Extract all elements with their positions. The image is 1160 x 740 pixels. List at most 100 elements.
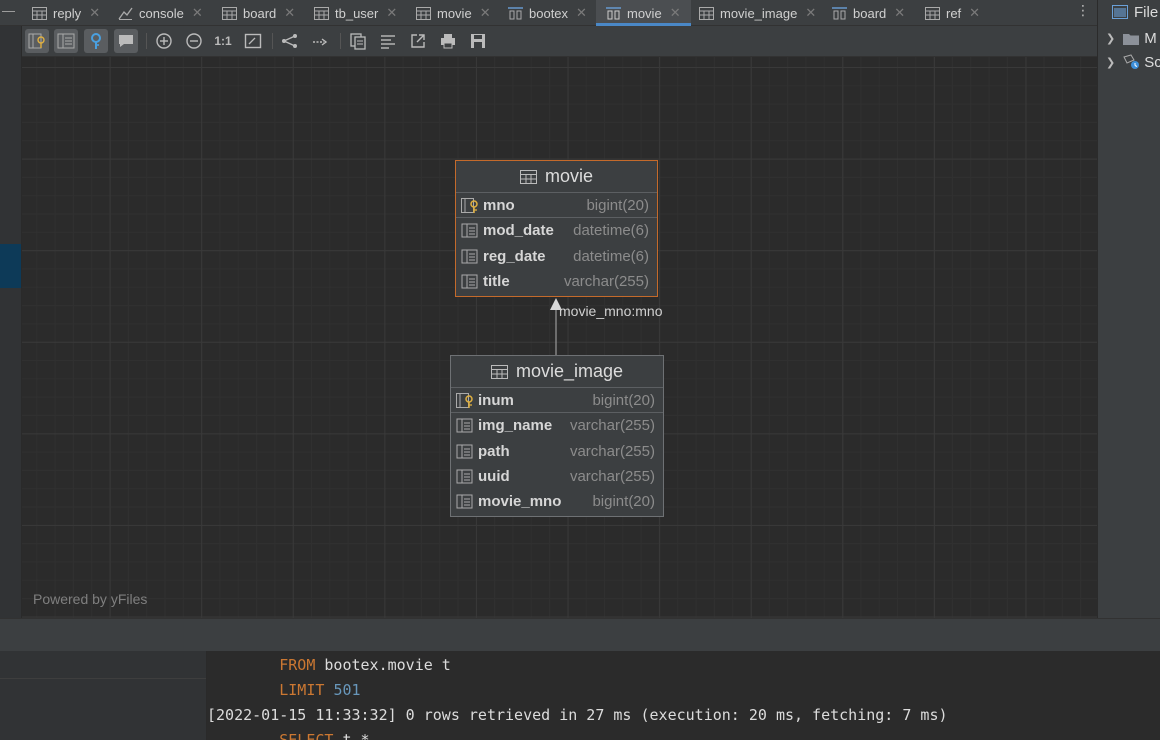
sql-keyword: SELECT [279, 731, 334, 740]
close-icon[interactable]: ✕ [89, 5, 100, 21]
diagram-icon [606, 6, 621, 19]
column-type: bigint(20) [592, 493, 655, 511]
close-icon[interactable]: ✕ [576, 5, 587, 21]
column-icon [461, 223, 478, 238]
tab-movie-image[interactable]: movie_image ✕ [699, 0, 816, 26]
console-line: SELECT t.* [207, 731, 370, 740]
tab-label: tb_user [335, 5, 379, 21]
primary-key-icon [456, 392, 473, 408]
toolbar-separator [272, 33, 273, 49]
column-icon [456, 494, 473, 509]
export-button[interactable] [406, 29, 430, 53]
apply-layout-button[interactable] [308, 29, 332, 53]
tree-item-label: M [1144, 29, 1157, 47]
print-button[interactable] [436, 29, 460, 53]
layout-button[interactable] [278, 29, 302, 53]
tree-item-label: Sc [1144, 53, 1160, 71]
entity-movie[interactable]: movie mno bigint(20) mod_date datetime(6… [455, 160, 658, 297]
align-button[interactable] [376, 29, 400, 53]
fit-content-button[interactable] [241, 29, 265, 53]
copy-button[interactable] [346, 29, 370, 53]
tab-board-diagram[interactable]: board ✕ [832, 0, 905, 26]
sql-keyword: LIMIT [279, 681, 325, 699]
editor-tab-bar: — reply ✕ console ✕ board ✕ tb_user ✕ mo… [0, 0, 1097, 26]
close-icon[interactable]: ✕ [670, 5, 681, 21]
tab-reply[interactable]: reply ✕ [32, 0, 100, 26]
tab-scroll-indicator[interactable]: — [2, 3, 15, 18]
close-icon[interactable]: ✕ [805, 5, 816, 21]
tree-item[interactable]: ❯ Sc [1106, 50, 1160, 74]
close-icon[interactable]: ✕ [386, 5, 397, 21]
entity-movie-image[interactable]: movie_image inum bigint(20) img_name var… [450, 355, 664, 517]
close-icon[interactable]: ✕ [284, 5, 295, 21]
close-icon[interactable]: ✕ [480, 5, 491, 21]
column-icon [456, 469, 473, 484]
table-icon [490, 364, 508, 379]
console-output[interactable]: FROM bootex.movie t LIMIT 501 [2022-01-1… [207, 651, 1160, 740]
show-pins-button[interactable] [84, 29, 108, 53]
close-icon[interactable]: ✕ [192, 5, 203, 21]
chevron-down-icon[interactable]: ❯ [1106, 32, 1115, 45]
files-panel-icon [1112, 5, 1128, 19]
chevron-right-icon[interactable]: ❯ [1106, 56, 1115, 69]
column-row[interactable]: inum bigint(20) [451, 388, 663, 414]
column-type: bigint(20) [586, 196, 649, 214]
column-name: reg_date [483, 247, 546, 265]
show-columns-button[interactable] [54, 29, 78, 53]
console-icon [118, 7, 133, 20]
save-button[interactable] [466, 29, 490, 53]
pin-icon [91, 33, 101, 49]
selection-marker [0, 244, 21, 288]
column-row[interactable]: mod_date datetime(6) [456, 218, 657, 243]
tab-label: board [853, 5, 887, 21]
tab-movie-table[interactable]: movie ✕ [416, 0, 491, 26]
column-name: uuid [478, 468, 510, 486]
sql-text: t.* [333, 731, 370, 740]
actual-size-button[interactable]: 1:1 [211, 29, 235, 53]
column-row[interactable]: movie_mno bigint(20) [451, 489, 663, 514]
zoom-in-button[interactable] [152, 29, 176, 53]
tab-console[interactable]: console ✕ [118, 0, 203, 26]
column-row[interactable]: img_name varchar(255) [451, 413, 663, 438]
show-keys-button[interactable] [25, 29, 49, 53]
tab-bootex[interactable]: bootex ✕ [508, 0, 587, 26]
close-icon[interactable]: ✕ [894, 5, 905, 21]
entity-header: movie [456, 161, 657, 193]
console-gutter [0, 651, 207, 740]
column-row[interactable]: mno bigint(20) [456, 193, 657, 219]
tab-ref[interactable]: ref ✕ [925, 0, 980, 26]
column-icon [461, 249, 478, 264]
copy-icon [350, 33, 366, 50]
entity-title: movie [544, 166, 593, 186]
column-icon [461, 274, 478, 289]
key-columns-icon [28, 33, 45, 49]
close-icon[interactable]: ✕ [969, 5, 980, 21]
project-files-panel: File ❯ M ❯ Sc [1097, 0, 1160, 618]
column-row[interactable]: uuid varchar(255) [451, 464, 663, 489]
comment-icon [119, 35, 133, 47]
columns-icon [57, 33, 75, 49]
folder-icon [1123, 33, 1140, 45]
table-icon [222, 6, 237, 20]
tab-board[interactable]: board ✕ [222, 0, 295, 26]
console-log-line: [2022-01-15 11:33:32] 0 rows retrieved i… [207, 706, 948, 724]
tab-movie-diagram[interactable]: movie ✕ [596, 0, 691, 26]
zoom-out-button[interactable] [182, 29, 206, 53]
column-row[interactable]: path varchar(255) [451, 439, 663, 464]
show-comments-button[interactable] [114, 29, 138, 53]
tab-label: movie [627, 5, 662, 21]
column-type: varchar(255) [569, 442, 655, 460]
diagram-icon [832, 6, 847, 19]
column-row[interactable]: title varchar(255) [456, 269, 657, 294]
files-panel-header[interactable]: File [1112, 0, 1158, 24]
column-type: varchar(255) [563, 273, 649, 291]
more-tabs-icon[interactable]: ⋮ [1076, 2, 1090, 19]
column-row[interactable]: reg_date datetime(6) [456, 244, 657, 269]
entity-title: movie_image [515, 361, 624, 381]
tab-label: movie [437, 5, 472, 21]
tab-tb-user[interactable]: tb_user ✕ [314, 0, 397, 26]
align-icon [381, 35, 395, 49]
column-name: mod_date [483, 222, 554, 240]
print-icon [441, 34, 455, 49]
tree-item[interactable]: ❯ M [1106, 26, 1157, 50]
